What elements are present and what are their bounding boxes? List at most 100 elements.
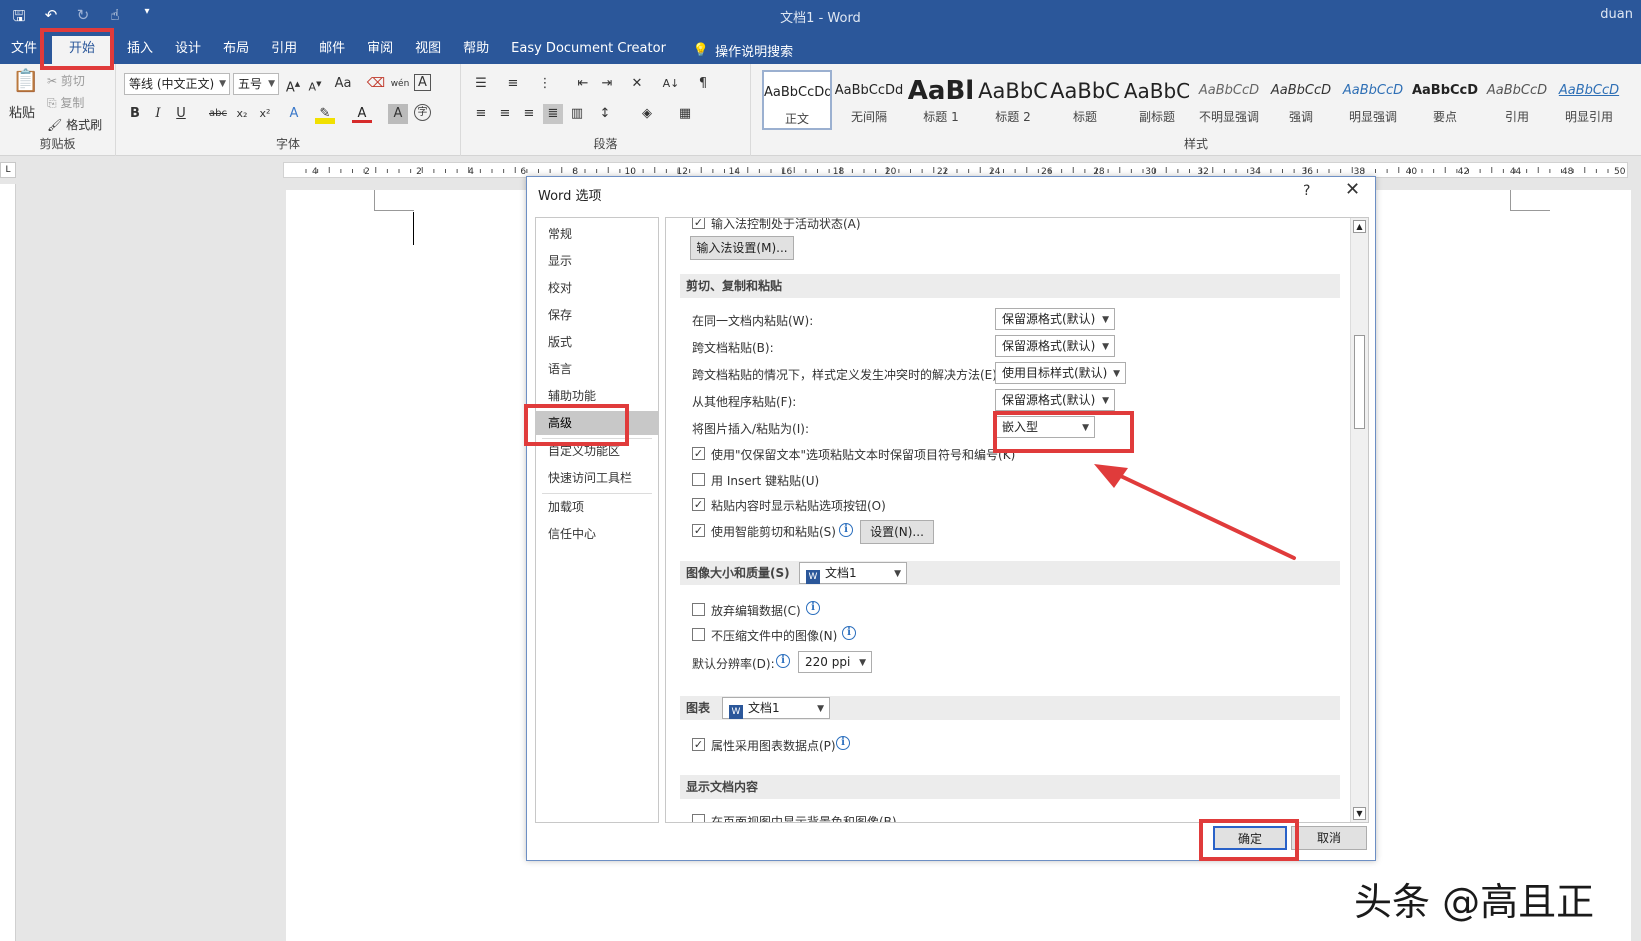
scroll-down-icon[interactable]: ▼ (1353, 807, 1366, 820)
phonetic-guide-icon[interactable]: wén (390, 74, 410, 94)
nav-item-language[interactable]: 语言 (536, 357, 658, 381)
tab-easy-document-creator[interactable]: Easy Document Creator (500, 36, 677, 64)
multilevel-list-icon[interactable]: ⋮ (535, 74, 555, 94)
tab-references[interactable]: 引用 (260, 36, 308, 64)
style-item[interactable]: AaBl 标题 1 (906, 70, 976, 130)
nav-item-typography[interactable]: 版式 (536, 330, 658, 354)
tab-layout[interactable]: 布局 (212, 36, 260, 64)
align-right-icon[interactable]: ≡ (519, 104, 539, 124)
keep-bullets-checkbox[interactable]: ✓ (692, 447, 705, 460)
text-effects-icon[interactable]: A (284, 104, 304, 124)
style-item[interactable]: AaBbCcD 明显引用 (1554, 70, 1624, 130)
cut-button[interactable]: ✂ 剪切 (47, 72, 85, 89)
vertical-ruler[interactable] (0, 184, 16, 941)
discard-edit-data-checkbox[interactable] (692, 603, 705, 616)
style-item[interactable]: AaBbCcDd 无间隔 (834, 70, 904, 130)
smart-cut-paste-checkbox[interactable]: ✓ (692, 524, 705, 537)
strikethrough-icon[interactable]: abc (208, 104, 228, 124)
paste-same-doc-select[interactable]: 保留源格式(默认) ▼ (995, 308, 1115, 330)
show-marks-icon[interactable]: ¶ (693, 74, 713, 94)
show-paste-options-checkbox[interactable]: ✓ (692, 498, 705, 511)
info-icon[interactable]: i (836, 736, 850, 750)
style-item[interactable]: AaBbC 副标题 (1122, 70, 1192, 130)
decrease-indent-icon[interactable]: ⇤ (573, 74, 593, 94)
character-border-icon[interactable]: A (414, 74, 431, 91)
copy-button[interactable]: ⎘ 复制 (47, 94, 84, 111)
panel-scrollbar[interactable]: ▲ ▼ (1350, 218, 1368, 822)
clear-formatting-icon[interactable]: ⌫ (366, 74, 386, 94)
font-size-select[interactable]: 五号 ▼ (233, 73, 279, 95)
style-item[interactable]: AaBbCcDd 正文 (762, 70, 832, 130)
style-item[interactable]: AaBbCcD 要点 (1410, 70, 1480, 130)
font-family-select[interactable]: 等线 (中文正文) ▼ (124, 73, 230, 95)
nav-item-general[interactable]: 常规 (536, 222, 658, 246)
increase-indent-icon[interactable]: ⇥ (597, 74, 617, 94)
user-name[interactable]: duan (1600, 7, 1633, 22)
scroll-up-icon[interactable]: ▲ (1353, 220, 1366, 233)
no-compress-images-checkbox[interactable] (692, 628, 705, 641)
grow-font-icon[interactable]: A▲ (283, 74, 303, 95)
paste-cross-doc-select[interactable]: 保留源格式(默认) ▼ (995, 335, 1115, 357)
sort-icon[interactable]: A↓ (661, 74, 681, 94)
chart-data-point-checkbox[interactable]: ✓ (692, 738, 705, 751)
distributed-icon[interactable]: ▥ (567, 104, 587, 124)
info-icon[interactable]: i (806, 601, 820, 615)
bold-icon[interactable]: B (125, 104, 145, 124)
tab-help[interactable]: 帮助 (452, 36, 500, 64)
paste-icon[interactable]: 📋 (12, 71, 39, 100)
format-painter-button[interactable]: 🖌 格式刷 (47, 116, 102, 133)
tab-design[interactable]: 设计 (164, 36, 212, 64)
align-left-icon[interactable]: ≡ (471, 104, 491, 124)
chart-doc-select[interactable]: W 文档1 ▼ (722, 697, 830, 719)
paste-button[interactable]: 粘贴 (9, 102, 35, 121)
info-icon[interactable]: i (842, 626, 856, 640)
line-spacing-icon[interactable]: ↕ (595, 104, 615, 124)
italic-icon[interactable]: I (148, 104, 168, 124)
image-quality-doc-select[interactable]: W 文档1 ▼ (799, 562, 907, 584)
asian-layout-icon[interactable]: ✕ (627, 74, 647, 94)
show-background-checkbox[interactable] (692, 814, 705, 822)
tab-mailings[interactable]: 邮件 (308, 36, 356, 64)
style-item[interactable]: AaBbC 标题 2 (978, 70, 1048, 130)
paste-style-conflict-select[interactable]: 使用目标样式(默认) ▼ (995, 362, 1126, 384)
tell-me-search[interactable]: 💡 操作说明搜索 (677, 41, 793, 60)
cancel-button[interactable]: 取消 (1291, 826, 1367, 850)
font-color-icon[interactable]: A (352, 104, 372, 123)
underline-icon[interactable]: U (171, 104, 191, 124)
default-resolution-select[interactable]: 220 ppi ▼ (798, 651, 872, 673)
numbering-icon[interactable]: ≡ (503, 74, 523, 94)
justify-icon[interactable]: ≣ (543, 104, 563, 124)
scroll-thumb[interactable] (1354, 335, 1365, 429)
tab-selector[interactable]: L (0, 162, 16, 178)
insert-key-paste-checkbox[interactable] (692, 473, 705, 486)
bullets-icon[interactable]: ☰ (471, 74, 491, 94)
tab-view[interactable]: 视图 (404, 36, 452, 64)
style-item[interactable]: AaBbCcD 强调 (1266, 70, 1336, 130)
style-item[interactable]: AaBbC 标题 (1050, 70, 1120, 130)
nav-item-quick-access[interactable]: 快速访问工具栏 (536, 466, 658, 490)
style-item[interactable]: AaBbCcD 不明显强调 (1194, 70, 1264, 130)
style-item[interactable]: AaBbCcD 明显强调 (1338, 70, 1408, 130)
align-center-icon[interactable]: ≡ (495, 104, 515, 124)
nav-item-proofing[interactable]: 校对 (536, 276, 658, 300)
smart-paste-settings-button[interactable]: 设置(N)... (860, 520, 934, 544)
shrink-font-icon[interactable]: A▼ (305, 74, 325, 94)
help-icon[interactable]: ? (1303, 183, 1310, 199)
ime-active-checkbox[interactable]: ✓ (692, 218, 705, 229)
nav-item-display[interactable]: 显示 (536, 249, 658, 273)
nav-item-trust-center[interactable]: 信任中心 (536, 522, 658, 546)
close-icon[interactable]: ✕ (1345, 179, 1360, 200)
shading-icon[interactable]: ◈ (637, 104, 657, 124)
info-icon[interactable]: i (839, 523, 853, 537)
tab-insert[interactable]: 插入 (116, 36, 164, 64)
nav-item-save[interactable]: 保存 (536, 303, 658, 327)
borders-icon[interactable]: ▦ (675, 104, 695, 124)
ime-settings-button[interactable]: 输入法设置(M)... (690, 236, 794, 260)
nav-item-add-ins[interactable]: 加载项 (536, 495, 658, 519)
highlight-icon[interactable]: ✎ (315, 104, 335, 124)
change-case-icon[interactable]: Aa (330, 74, 356, 94)
superscript-icon[interactable]: x² (255, 104, 275, 124)
enclose-characters-icon[interactable]: 字 (414, 104, 431, 121)
paste-other-programs-select[interactable]: 保留源格式(默认) ▼ (995, 389, 1115, 411)
character-shading-icon[interactable]: A (388, 104, 408, 124)
